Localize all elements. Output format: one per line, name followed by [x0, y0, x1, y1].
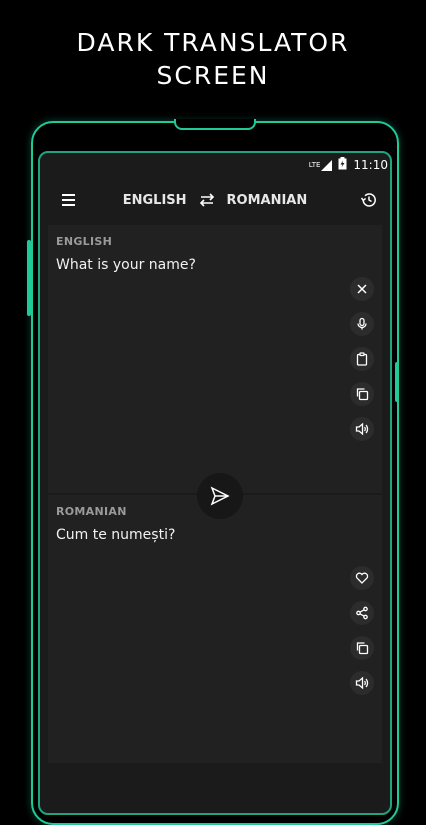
- heart-icon: [355, 572, 369, 584]
- app-screen: LTE 11:10 ENGLISH ROMANIAN ENGLISH What …: [38, 151, 392, 815]
- favorite-button[interactable]: [350, 566, 374, 590]
- source-language-label: ENGLISH: [56, 235, 113, 248]
- speak-translation-button[interactable]: [350, 671, 374, 695]
- send-icon: [210, 486, 230, 506]
- target-language-button[interactable]: ROMANIAN: [227, 193, 308, 208]
- app-toolbar: ENGLISH ROMANIAN: [40, 177, 390, 223]
- network-icon: LTE: [308, 159, 333, 171]
- translation-text: Cum te numești?: [56, 527, 176, 543]
- language-selector: ENGLISH ROMANIAN: [40, 177, 390, 223]
- speaker-icon: [355, 676, 369, 690]
- source-language-button[interactable]: ENGLISH: [123, 193, 187, 208]
- target-language-label: ROMANIAN: [56, 505, 127, 518]
- share-button[interactable]: [350, 601, 374, 625]
- source-panel: ENGLISH What is your name?: [48, 225, 382, 493]
- paste-button[interactable]: [350, 347, 374, 371]
- microphone-button[interactable]: [350, 312, 374, 336]
- speak-source-button[interactable]: [350, 417, 374, 441]
- promo-headline: DARK TRANSLATOR SCREEN: [0, 26, 426, 92]
- phone-side-button-left: [27, 240, 31, 316]
- copy-icon: [356, 642, 369, 655]
- share-icon: [356, 606, 368, 620]
- close-icon: [357, 284, 367, 294]
- history-icon[interactable]: [360, 191, 378, 209]
- status-bar: LTE 11:10: [40, 153, 390, 177]
- promo-headline-line2: SCREEN: [156, 61, 270, 90]
- phone-notch: [174, 119, 256, 130]
- copy-translation-button[interactable]: [350, 636, 374, 660]
- clipboard-icon: [356, 352, 368, 366]
- swap-icon[interactable]: [197, 190, 217, 210]
- source-text-input[interactable]: What is your name?: [56, 257, 196, 273]
- network-type: LTE: [308, 161, 321, 169]
- speaker-icon: [355, 422, 369, 436]
- promo-headline-line1: DARK TRANSLATOR: [76, 28, 350, 57]
- translate-send-button[interactable]: [197, 473, 243, 519]
- clear-button[interactable]: [350, 277, 374, 301]
- status-time: 11:10: [353, 158, 388, 172]
- phone-side-button-right: [395, 362, 399, 402]
- microphone-icon: [357, 317, 367, 330]
- target-panel: ROMANIAN Cum te numești?: [48, 495, 382, 763]
- copy-source-button[interactable]: [350, 382, 374, 406]
- battery-icon: [338, 157, 347, 173]
- copy-icon: [356, 388, 369, 401]
